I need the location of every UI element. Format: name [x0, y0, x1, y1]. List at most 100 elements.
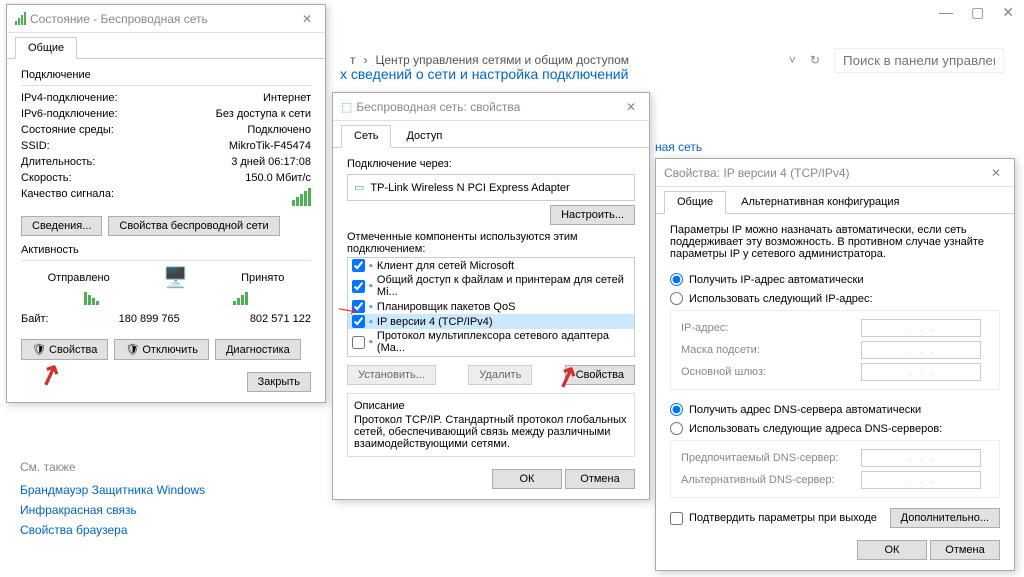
radio-manual-ip-label: Использовать следующий IP-адрес: [689, 293, 873, 305]
component-checkbox[interactable] [352, 315, 365, 328]
refresh-icon[interactable]: ↻ [810, 53, 820, 67]
ok-button[interactable]: ОК [857, 540, 927, 560]
infrared-link[interactable]: Инфракрасная связь [20, 500, 205, 520]
list-item[interactable]: ▪Драйвер протокола LLDP (Майкрософт) [348, 355, 634, 357]
radio-manual-dns[interactable] [670, 422, 683, 435]
search-input[interactable] [834, 48, 1004, 73]
radio-manual-ip[interactable] [670, 292, 683, 305]
ssid-label: SSID: [21, 140, 50, 152]
component-icon: ▪ [369, 301, 373, 313]
mask-label: Маска подсети: [681, 344, 861, 356]
sent-label: Отправлено [48, 272, 110, 284]
close-icon[interactable]: ✕ [1002, 4, 1014, 21]
desc-text: Протокол TCP/IP. Стандартный протокол гл… [354, 414, 628, 450]
confirm-checkbox[interactable] [670, 512, 683, 525]
signal-label: Качество сигнала: [21, 188, 114, 206]
tab-general[interactable]: Общие [664, 191, 726, 214]
list-item[interactable]: ▪ Протокол мультиплексора сетевого адапте… [348, 329, 634, 355]
status-title: Состояние - Беспроводная сеть [30, 12, 297, 26]
maximize-icon[interactable]: ▢ [971, 4, 984, 21]
received-label: Принято [241, 272, 284, 284]
duration-value: 3 дней 06:17:08 [231, 156, 311, 168]
adapter-name: TP-Link Wireless N PCI Express Adapter [370, 182, 569, 194]
list-item[interactable]: ▪ Планировщик пакетов QoS [348, 299, 634, 314]
component-checkbox[interactable] [352, 259, 365, 272]
install-button[interactable]: Установить... [347, 365, 436, 385]
ok-button[interactable]: ОК [492, 469, 562, 489]
dns1-input[interactable]: . . . [861, 449, 981, 467]
tab-general[interactable]: Общие [15, 37, 77, 59]
ipv4-title: Свойства: IP версии 4 (TCP/IPv4) [664, 166, 986, 180]
tab-alt-config[interactable]: Альтернативная конфигурация [728, 191, 912, 213]
dns2-label: Альтернативный DNS-сервер: [681, 474, 861, 486]
components-list[interactable]: ▪Клиент для сетей Microsoft▪Общий доступ… [347, 257, 635, 357]
gateway-input[interactable]: . . . [861, 363, 981, 381]
component-label: IP версии 4 (TCP/IPv4) [377, 316, 493, 328]
wifi-props-button[interactable]: Свойства беспроводной сети [108, 216, 279, 236]
component-props-button[interactable]: Свойства [565, 365, 635, 385]
sent-bars-icon [84, 292, 99, 305]
details-button[interactable]: Сведения... [21, 216, 102, 236]
ipv6-label: IPv6-подключение: [21, 108, 118, 120]
cancel-button[interactable]: Отмена [565, 469, 635, 489]
minimize-icon[interactable]: — [939, 4, 953, 21]
shield-icon: 🛡 [125, 344, 139, 356]
breadcrumb[interactable]: Центр управления сетями и общим доступом [376, 53, 781, 67]
close-button[interactable]: Закрыть [247, 372, 311, 392]
configure-button[interactable]: Настроить... [550, 205, 635, 225]
list-item[interactable]: ▪Клиент для сетей Microsoft [348, 258, 634, 273]
cancel-button[interactable]: Отмена [930, 540, 1000, 560]
disable-button[interactable]: 🛡 Отключить [114, 339, 209, 360]
connection-section-label: Подключение [21, 69, 311, 81]
diagnose-button[interactable]: Диагностика [215, 339, 301, 360]
wireless-network-link[interactable]: ная сеть [655, 140, 702, 154]
dropdown-icon[interactable]: ˅ [789, 53, 796, 67]
radio-manual-dns-label: Использовать следующие адреса DNS-сервер… [689, 423, 942, 435]
bytes-received: 802 571 122 [250, 313, 311, 325]
speed-label: Скорость: [21, 172, 72, 184]
close-icon[interactable]: ✕ [986, 166, 1006, 180]
nic-icon: ▭ [354, 181, 364, 194]
radio-auto-dns[interactable] [670, 403, 683, 416]
dns2-input[interactable]: . . . [861, 471, 981, 489]
speed-value: 150.0 Мбит/с [245, 172, 311, 184]
firewall-link[interactable]: Брандмауэр Защитника Windows [20, 480, 205, 500]
close-icon[interactable]: ✕ [621, 100, 641, 114]
status-window: Состояние - Беспроводная сеть ✕ Общие По… [6, 4, 326, 403]
dns1-label: Предпочитаемый DNS-сервер: [681, 452, 861, 464]
media-label: Состояние среды: [21, 124, 114, 136]
tab-access[interactable]: Доступ [393, 125, 455, 147]
radio-auto-ip[interactable] [670, 273, 683, 286]
component-checkbox[interactable] [352, 356, 365, 357]
radio-auto-ip-label: Получить IP-адрес автоматически [689, 274, 863, 286]
wifi-icon [15, 12, 26, 25]
component-checkbox[interactable] [352, 336, 365, 349]
connect-via-label: Подключение через: [347, 158, 635, 170]
gateway-label: Основной шлюз: [681, 366, 861, 378]
page-heading: х сведений о сети и настройка подключени… [340, 66, 628, 82]
signal-bars-icon [292, 188, 311, 206]
list-item[interactable]: ▪Общий доступ к файлам и принтерам для с… [348, 273, 634, 299]
close-icon[interactable]: ✕ [297, 12, 317, 26]
adapter-props-window: ⬚ Беспроводная сеть: свойства ✕ Сеть Дос… [332, 92, 650, 500]
component-checkbox[interactable] [352, 280, 365, 293]
ip-input[interactable]: . . . [861, 319, 981, 337]
ipv4-window: Свойства: IP версии 4 (TCP/IPv4) ✕ Общие… [655, 158, 1015, 571]
remove-button[interactable]: Удалить [468, 365, 532, 385]
list-item[interactable]: ▪ IP версии 4 (TCP/IPv4) [348, 314, 634, 329]
tab-network[interactable]: Сеть [341, 125, 391, 148]
ipv4-intro: Параметры IP можно назначать автоматичес… [670, 224, 1000, 260]
component-icon: ▪ [369, 336, 373, 348]
component-checkbox[interactable] [352, 300, 365, 313]
component-label: Планировщик пакетов QoS [377, 301, 516, 313]
component-icon: ▪ [369, 316, 373, 328]
browser-link[interactable]: Свойства браузера [20, 520, 205, 540]
recv-bars-icon [233, 292, 248, 305]
properties-button[interactable]: 🛡 Свойства [21, 339, 108, 360]
advanced-button[interactable]: Дополнительно... [890, 508, 1000, 528]
mask-input[interactable]: . . . [861, 341, 981, 359]
bytes-label: Байт: [21, 313, 49, 325]
ipv4-value: Интернет [263, 92, 311, 104]
component-label: Протокол мультиплексора сетевого адаптер… [377, 330, 630, 354]
media-value: Подключено [247, 124, 311, 136]
